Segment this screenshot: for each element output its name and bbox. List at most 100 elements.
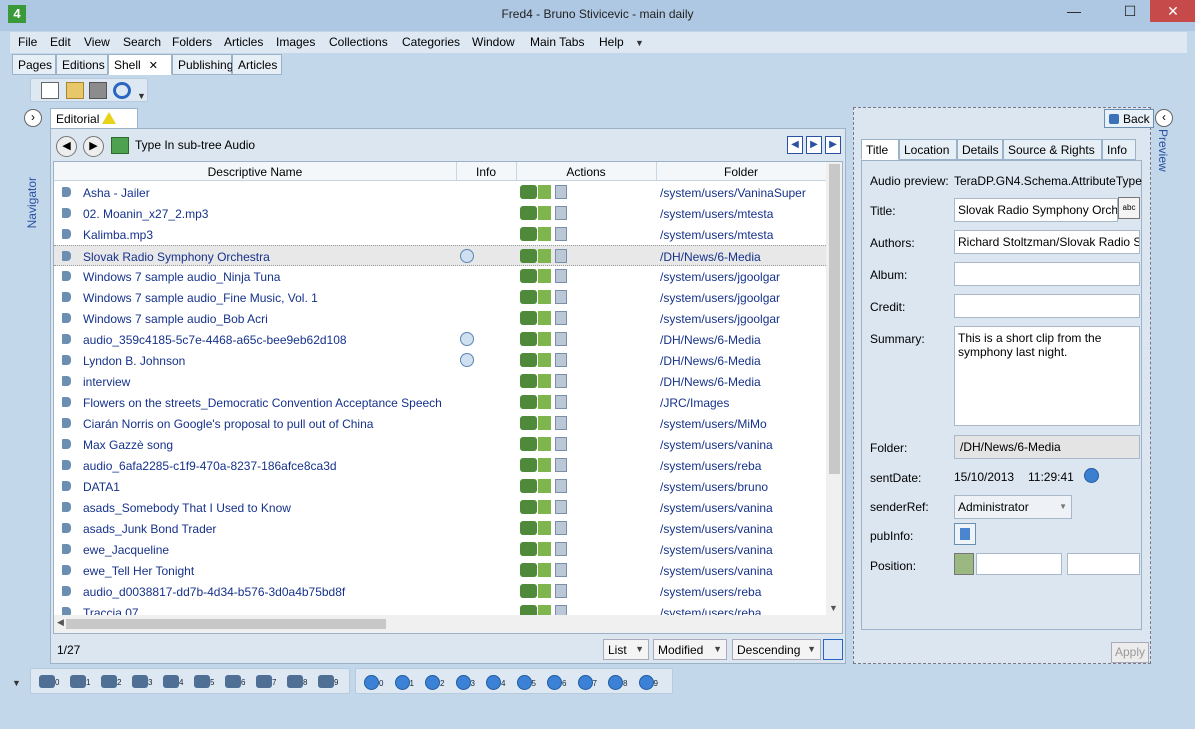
edit-action-icon[interactable] — [520, 479, 537, 493]
row-name[interactable]: Max Gazzè song — [83, 438, 173, 452]
play-action-icon[interactable] — [538, 374, 551, 388]
play-action-icon[interactable] — [538, 227, 551, 241]
tab-details[interactable]: Details — [957, 139, 1003, 160]
first-page-button[interactable]: ◀ — [787, 136, 803, 154]
menu-window[interactable]: Window — [472, 35, 515, 49]
close-tab-icon[interactable]: ✕ — [149, 60, 158, 72]
tab-info[interactable]: Info — [1102, 139, 1136, 160]
table-row[interactable]: Lyndon B. Johnson/DH/News/6-Media — [54, 350, 826, 371]
table-row[interactable]: audio_359c4185-5c7e-4468-a65c-bee9eb62d1… — [54, 329, 826, 350]
edit-action-icon[interactable] — [520, 521, 537, 535]
bin-9[interactable]: 9 — [318, 675, 338, 688]
globe-8[interactable]: 8 — [608, 675, 627, 690]
table-row[interactable]: ewe_Jacqueline/system/users/vanina — [54, 539, 826, 560]
bin-1[interactable]: 1 — [70, 675, 90, 688]
edit-action-icon[interactable] — [520, 458, 537, 472]
info-icon[interactable] — [460, 332, 474, 346]
row-name[interactable]: audio_359c4185-5c7e-4468-a65c-bee9eb62d1… — [83, 333, 347, 347]
row-name[interactable]: Windows 7 sample audio_Bob Acri — [83, 312, 268, 326]
back-button[interactable]: Back — [1104, 109, 1154, 128]
play-action-icon[interactable] — [538, 437, 551, 451]
row-name[interactable]: 02. Moanin_x27_2.mp3 — [83, 207, 208, 221]
play-action-icon[interactable] — [538, 185, 551, 199]
menu-view[interactable]: View — [84, 35, 110, 49]
pub-info-button[interactable] — [954, 523, 976, 545]
play-action-icon[interactable] — [538, 353, 551, 367]
edit-action-icon[interactable] — [520, 206, 537, 220]
table-row[interactable]: Windows 7 sample audio_Fine Music, Vol. … — [54, 287, 826, 308]
globe-2[interactable]: 2 — [425, 675, 444, 690]
row-name[interactable]: asads_Somebody That I Used to Know — [83, 501, 291, 515]
bin-6[interactable]: 6 — [225, 675, 245, 688]
bin-3[interactable]: 3 — [132, 675, 152, 688]
preview-action-icon[interactable] — [555, 458, 567, 472]
info-icon[interactable] — [460, 353, 474, 367]
play-action-icon[interactable] — [538, 542, 551, 556]
row-name[interactable]: ewe_Jacqueline — [83, 543, 169, 557]
preview-action-icon[interactable] — [555, 353, 567, 367]
row-name[interactable]: Ciarán Norris on Google's proposal to pu… — [83, 417, 373, 431]
row-name[interactable]: ewe_Tell Her Tonight — [83, 564, 194, 578]
back-nav-button[interactable]: ◀ — [56, 136, 77, 157]
table-row[interactable]: DATA1/system/users/bruno — [54, 476, 826, 497]
row-name[interactable]: Windows 7 sample audio_Ninja Tuna — [83, 270, 280, 284]
play-action-icon[interactable] — [538, 416, 551, 430]
bottom-overflow-icon[interactable]: ▼ — [12, 678, 21, 688]
credit-field[interactable] — [954, 294, 1140, 318]
preview-action-icon[interactable] — [555, 416, 567, 430]
tab-title[interactable]: Title — [861, 139, 899, 160]
print-icon[interactable] — [89, 82, 107, 99]
tab-source-rights[interactable]: Source & Rights — [1003, 139, 1102, 160]
column-header-actions[interactable]: Actions — [516, 165, 656, 179]
menu-file[interactable]: File — [18, 35, 37, 49]
apply-button[interactable]: Apply — [1111, 642, 1149, 663]
preview-action-icon[interactable] — [555, 437, 567, 451]
menu-search[interactable]: Search — [123, 35, 161, 49]
play-action-icon[interactable] — [538, 521, 551, 535]
edit-action-icon[interactable] — [520, 374, 537, 388]
table-row[interactable]: Slovak Radio Symphony Orchestra/DH/News/… — [54, 245, 826, 266]
edit-action-icon[interactable] — [520, 185, 537, 199]
preview-label[interactable]: Preview — [1156, 129, 1170, 172]
tab-publishing[interactable]: Publishing — [172, 54, 233, 75]
menu-collections[interactable]: Collections — [329, 35, 388, 49]
table-row[interactable]: Max Gazzè song/system/users/vanina — [54, 434, 826, 455]
edit-action-icon[interactable] — [520, 416, 537, 430]
horizontal-scrollbar[interactable]: ◀ — [54, 615, 842, 633]
minimize-button[interactable]: — — [1060, 0, 1088, 22]
sort-field-select[interactable]: Modified ▼ — [653, 639, 727, 660]
preview-action-icon[interactable] — [555, 332, 567, 346]
album-field[interactable] — [954, 262, 1140, 286]
preview-action-icon[interactable] — [555, 311, 567, 325]
sent-time-value[interactable]: 11:29:41 — [1028, 470, 1074, 484]
edit-action-icon[interactable] — [520, 437, 537, 451]
row-name[interactable]: audio_6afa2285-c1f9-470a-8237-186afce8ca… — [83, 459, 337, 473]
play-action-icon[interactable] — [538, 290, 551, 304]
menu-overflow-icon[interactable]: ▼ — [635, 38, 644, 48]
menu-images[interactable]: Images — [276, 35, 315, 49]
globe-icon[interactable] — [1084, 468, 1099, 483]
edit-action-icon[interactable] — [520, 269, 537, 283]
row-name[interactable]: Flowers on the streets_Democratic Conven… — [83, 396, 442, 410]
refresh-icon[interactable] — [113, 82, 131, 99]
edit-action-icon[interactable] — [520, 311, 537, 325]
globe-0[interactable]: 0 — [364, 675, 383, 690]
play-action-icon[interactable] — [538, 249, 551, 263]
menu-main-tabs[interactable]: Main Tabs — [530, 35, 584, 49]
preview-action-icon[interactable] — [555, 479, 567, 493]
edit-action-icon[interactable] — [520, 500, 537, 514]
play-action-icon[interactable] — [538, 584, 551, 598]
menu-edit[interactable]: Edit — [50, 35, 71, 49]
table-row[interactable]: Windows 7 sample audio_Bob Acri/system/u… — [54, 308, 826, 329]
preview-action-icon[interactable] — [555, 542, 567, 556]
play-action-icon[interactable] — [538, 458, 551, 472]
table-row[interactable]: Windows 7 sample audio_Ninja Tuna/system… — [54, 266, 826, 287]
sender-ref-select[interactable]: Administrator ▼ — [954, 495, 1072, 519]
column-header-info[interactable]: Info — [456, 165, 516, 179]
info-icon[interactable] — [460, 249, 474, 263]
table-row[interactable]: asads_Somebody That I Used to Know/syste… — [54, 497, 826, 518]
bin-2[interactable]: 2 — [101, 675, 121, 688]
edit-action-icon[interactable] — [520, 584, 537, 598]
menu-categories[interactable]: Categories — [402, 35, 460, 49]
maximize-button[interactable]: ☐ — [1116, 0, 1144, 22]
